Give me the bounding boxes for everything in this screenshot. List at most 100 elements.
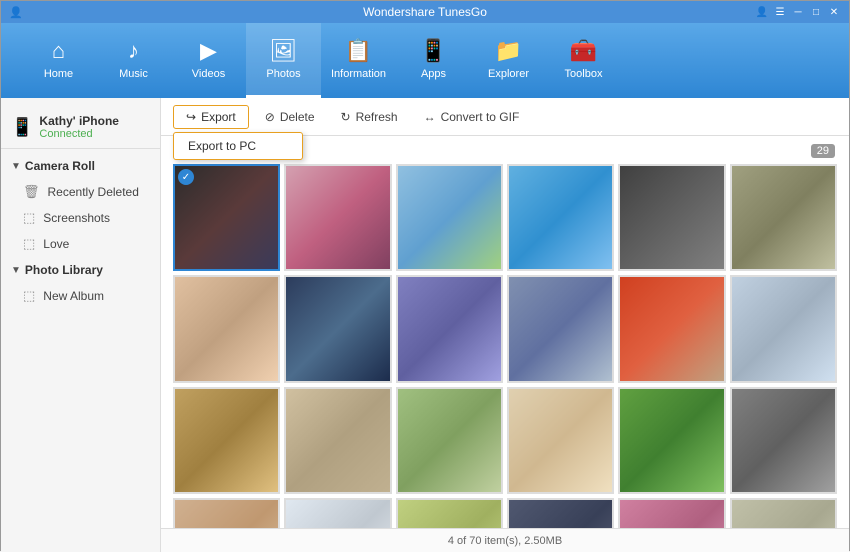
photo-thumb[interactable] xyxy=(730,387,837,494)
music-icon: ♪ xyxy=(128,38,139,64)
nav-apps[interactable]: 📱 Apps xyxy=(396,23,471,98)
nav-photos-label: Photos xyxy=(266,68,300,80)
recently-deleted-label: Recently Deleted xyxy=(48,185,139,199)
nav-bar: ⌂ Home ♪ Music ▶ Videos 🖼 Photos 📋 Infor… xyxy=(1,23,849,98)
photo-thumb[interactable] xyxy=(618,164,725,271)
new-album-label: New Album xyxy=(43,289,104,303)
title-bar-text: Wondershare TunesGo xyxy=(363,5,487,19)
device-icon: 📱 xyxy=(11,117,33,138)
photo-thumb[interactable] xyxy=(396,275,503,382)
nav-toolbox[interactable]: 🧰 Toolbox xyxy=(546,23,621,98)
convert-gif-button[interactable]: ↔ Convert to GIF xyxy=(414,106,530,128)
photo-thumb[interactable] xyxy=(730,498,837,528)
sidebar-section-camera-roll[interactable]: ▼ Camera Roll xyxy=(1,153,160,179)
photo-library-label: Photo Library xyxy=(25,263,103,277)
menu-icon[interactable]: ☰ xyxy=(773,5,787,19)
photo-thumb[interactable] xyxy=(618,275,725,382)
sidebar-item-screenshots[interactable]: ⬚ Screenshots xyxy=(1,205,160,231)
status-text: 4 of 70 item(s), 2.50MB xyxy=(448,535,562,547)
photo-thumb[interactable] xyxy=(396,164,503,271)
delete-label: Delete xyxy=(280,110,315,124)
export-button[interactable]: ↪ Export xyxy=(173,105,249,129)
nav-home-label: Home xyxy=(44,68,73,80)
nav-explorer-label: Explorer xyxy=(488,68,529,80)
delete-button[interactable]: ⊘ Delete xyxy=(255,106,325,128)
video-icon: ▶ xyxy=(200,38,217,64)
user-control-icon[interactable]: 👤 xyxy=(755,5,769,19)
photo-thumb[interactable]: ✓ xyxy=(173,164,280,271)
device-info: Kathy' iPhone Connected xyxy=(39,114,119,140)
close-icon[interactable]: ✕ xyxy=(827,5,841,19)
sidebar-item-new-album[interactable]: ⬚ New Album xyxy=(1,283,160,309)
photo-count-badge: 29 xyxy=(811,144,835,158)
maximize-icon[interactable]: □ xyxy=(809,5,823,19)
refresh-label: Refresh xyxy=(356,110,398,124)
nav-information[interactable]: 📋 Information xyxy=(321,23,396,98)
love-label: Love xyxy=(43,237,69,251)
device-name: Kathy' iPhone xyxy=(39,114,119,128)
nav-toolbox-label: Toolbox xyxy=(565,68,603,80)
refresh-icon: ↻ xyxy=(341,110,351,124)
photo-thumb[interactable] xyxy=(173,387,280,494)
photo-thumb[interactable] xyxy=(507,164,614,271)
new-album-icon: ⬚ xyxy=(23,288,35,304)
window-controls: 👤 ☰ ─ □ ✕ xyxy=(755,5,841,19)
title-bar: 👤 Wondershare TunesGo 👤 ☰ ─ □ ✕ xyxy=(1,1,849,23)
explorer-icon: 📁 xyxy=(495,38,522,64)
sidebar-item-recently-deleted[interactable]: 🗑 Recently Deleted xyxy=(1,179,160,205)
toolbox-icon: 🧰 xyxy=(570,38,597,64)
nav-videos-label: Videos xyxy=(192,68,225,80)
photo-thumb[interactable] xyxy=(507,275,614,382)
nav-home[interactable]: ⌂ Home xyxy=(21,23,96,98)
screenshots-icon: ⬚ xyxy=(23,210,35,226)
photo-thumb[interactable] xyxy=(284,387,391,494)
photo-grid: ✓ xyxy=(173,164,837,528)
information-icon: 📋 xyxy=(345,38,372,64)
export-to-pc-label: Export to PC xyxy=(188,139,256,153)
apps-icon: 📱 xyxy=(420,38,447,64)
export-label: Export xyxy=(201,110,236,124)
export-to-pc-item[interactable]: Export to PC xyxy=(174,133,302,159)
photo-library-arrow: ▼ xyxy=(11,265,21,276)
toolbar: ↪ Export Export to PC ⊘ Delete ↻ Refresh… xyxy=(161,98,849,136)
refresh-button[interactable]: ↻ Refresh xyxy=(331,106,408,128)
nav-photos[interactable]: 🖼 Photos xyxy=(246,23,321,98)
nav-explorer[interactable]: 📁 Explorer xyxy=(471,23,546,98)
status-bar: 4 of 70 item(s), 2.50MB xyxy=(161,528,849,552)
nav-apps-label: Apps xyxy=(421,68,446,80)
photo-thumb[interactable] xyxy=(284,164,391,271)
photo-thumb[interactable] xyxy=(284,498,391,528)
camera-roll-arrow: ▼ xyxy=(11,161,21,172)
photo-check-overlay: ✓ xyxy=(178,169,194,185)
trash-icon: 🗑 xyxy=(23,184,40,200)
photo-thumb[interactable] xyxy=(173,498,280,528)
nav-videos[interactable]: ▶ Videos xyxy=(171,23,246,98)
photo-thumb[interactable] xyxy=(396,387,503,494)
export-dropdown: Export to PC xyxy=(173,132,303,160)
photo-thumb[interactable] xyxy=(396,498,503,528)
photo-thumb[interactable] xyxy=(730,164,837,271)
love-icon: ⬚ xyxy=(23,236,35,252)
convert-icon: ↔ xyxy=(424,110,436,124)
camera-roll-label: Camera Roll xyxy=(25,159,95,173)
photo-thumb[interactable] xyxy=(618,387,725,494)
nav-music[interactable]: ♪ Music xyxy=(96,23,171,98)
minimize-icon[interactable]: ─ xyxy=(791,5,805,19)
app-icon: 👤 xyxy=(9,6,23,19)
nav-information-label: Information xyxy=(331,68,386,80)
photos-icon: 🖼 xyxy=(270,38,298,64)
sidebar-item-love[interactable]: ⬚ Love xyxy=(1,231,160,257)
sidebar: 📱 Kathy' iPhone Connected ▼ Camera Roll … xyxy=(1,98,161,552)
photo-thumb[interactable] xyxy=(618,498,725,528)
convert-gif-label: Convert to GIF xyxy=(441,110,520,124)
photo-thumb[interactable] xyxy=(173,275,280,382)
screenshots-label: Screenshots xyxy=(43,211,110,225)
delete-icon: ⊘ xyxy=(265,110,275,124)
photo-thumb[interactable] xyxy=(507,387,614,494)
photo-thumb[interactable] xyxy=(284,275,391,382)
nav-music-label: Music xyxy=(119,68,148,80)
sidebar-section-photo-library[interactable]: ▼ Photo Library xyxy=(1,257,160,283)
main-layout: 📱 Kathy' iPhone Connected ▼ Camera Roll … xyxy=(1,98,849,552)
photo-thumb[interactable] xyxy=(507,498,614,528)
photo-thumb[interactable] xyxy=(730,275,837,382)
